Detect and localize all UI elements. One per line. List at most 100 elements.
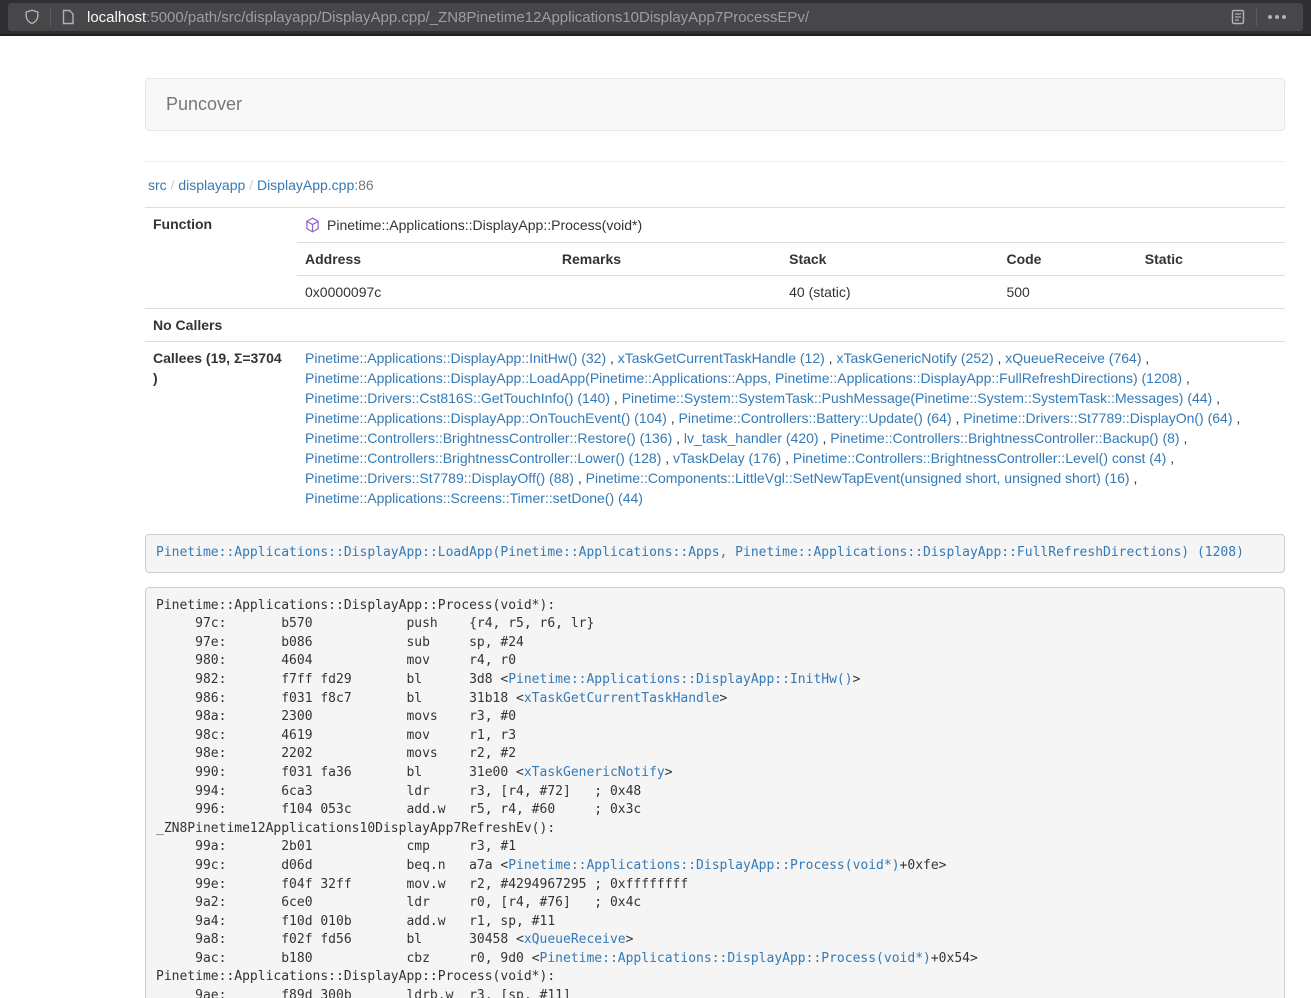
shield-icon[interactable] (18, 9, 46, 25)
callees-list: Pinetime::Applications::DisplayApp::Init… (297, 342, 1285, 515)
callee-separator: , (574, 470, 586, 486)
callee-separator: , (1233, 410, 1241, 426)
callee-separator: , (672, 430, 684, 446)
reader-mode-icon[interactable] (1224, 9, 1252, 25)
breadcrumb-separator: / (245, 177, 257, 193)
col-header-remarks: Remarks (554, 243, 781, 276)
no-callers-cell (297, 309, 1285, 342)
callee-link[interactable]: lv_task_handler (420) (684, 430, 819, 446)
divider (145, 161, 1285, 162)
asm-text: 98a: 2300 movs r3, #0 (156, 709, 516, 724)
asm-text: 9ac: b180 cbz r0, 9d0 < (156, 951, 540, 966)
function-row: Function Pinetime::Applications::Display… (145, 208, 1285, 309)
callee-separator: , (610, 390, 622, 406)
callee-separator: , (667, 410, 679, 426)
asm-symbol-link[interactable]: xQueueReceive (524, 932, 626, 947)
callee-separator: , (1130, 470, 1138, 486)
asm-symbol-link[interactable]: Pinetime::Applications::DisplayApp::Init… (508, 672, 852, 687)
breadcrumb-link[interactable]: displayapp (178, 177, 245, 193)
asm-text: +0x54> (931, 951, 978, 966)
callee-link[interactable]: Pinetime::Controllers::Battery::Update()… (679, 410, 952, 426)
url-bar[interactable]: localhost:5000/path/src/displayapp/Displ… (8, 3, 1303, 31)
function-cell: Pinetime::Applications::DisplayApp::Proc… (297, 208, 1285, 309)
callee-separator: , (1166, 450, 1174, 466)
function-name-row: Pinetime::Applications::DisplayApp::Proc… (297, 208, 1285, 243)
callee-link[interactable]: Pinetime::Applications::DisplayApp::OnTo… (305, 410, 667, 426)
callee-link[interactable]: Pinetime::System::SystemTask::PushMessag… (622, 390, 1213, 406)
disassembly-block: Pinetime::Applications::DisplayApp::Proc… (145, 587, 1285, 998)
no-callers-row: No Callers (145, 309, 1285, 342)
url-path: :5000/path/src/displayapp/DisplayApp.cpp… (146, 9, 809, 26)
asm-text: 986: f031 f8c7 bl 31b18 < (156, 691, 524, 706)
callees-label: Callees (19, Σ=3704 ) (145, 342, 297, 515)
address-table-header: Address Remarks Stack Code Static (297, 243, 1285, 276)
asm-symbol-link[interactable]: xTaskGenericNotify (524, 765, 665, 780)
callee-link[interactable]: Pinetime::Applications::DisplayApp::Init… (305, 350, 606, 366)
asm-symbol-link[interactable]: Pinetime::Applications::DisplayApp::Proc… (508, 858, 899, 873)
asm-text: 98c: 4619 mov r1, r3 (156, 728, 516, 743)
callees-row: Callees (19, Σ=3704 ) Pinetime::Applicat… (145, 342, 1285, 515)
asm-text: 982: f7ff fd29 bl 3d8 < (156, 672, 508, 687)
asm-text: Pinetime::Applications::DisplayApp::Proc… (156, 969, 555, 984)
callee-separator: , (825, 350, 837, 366)
function-name: Pinetime::Applications::DisplayApp::Proc… (327, 215, 642, 235)
breadcrumb-line-number: :86 (354, 177, 373, 193)
callee-separator: , (1141, 350, 1149, 366)
callee-link[interactable]: Pinetime::Controllers::BrightnessControl… (793, 450, 1166, 466)
navbar: Puncover (145, 78, 1285, 131)
callee-link[interactable]: Pinetime::Controllers::BrightnessControl… (830, 430, 1179, 446)
callee-link[interactable]: Pinetime::Drivers::Cst816S::GetTouchInfo… (305, 390, 610, 406)
asm-symbol-link[interactable]: xTaskGetCurrentTaskHandle (524, 691, 720, 706)
asm-text: 98e: 2202 movs r2, #2 (156, 746, 516, 761)
breadcrumb-link[interactable]: DisplayApp.cpp (257, 177, 354, 193)
callee-link[interactable]: Pinetime::Applications::DisplayApp::Load… (305, 370, 1182, 386)
asm-text: 97e: b086 sub sp, #24 (156, 635, 524, 650)
remarks-value (554, 276, 781, 309)
breadcrumb-link[interactable]: src (148, 177, 167, 193)
code-value: 500 (998, 276, 1136, 309)
static-value (1137, 276, 1285, 309)
callee-link[interactable]: vTaskDelay (176) (673, 450, 781, 466)
asm-symbol-link[interactable]: Pinetime::Applications::DisplayApp::Proc… (540, 951, 931, 966)
asm-text: 9a8: f02f fd56 bl 30458 < (156, 932, 524, 947)
callee-link[interactable]: Pinetime::Drivers::St7789::DisplayOn() (… (963, 410, 1232, 426)
url-host: localhost (87, 9, 146, 26)
stack-value: 40 (static) (781, 276, 998, 309)
address-value: 0x0000097c (297, 276, 554, 309)
asm-text: Pinetime::Applications::DisplayApp::Proc… (156, 598, 555, 613)
highlighted-callee-link[interactable]: Pinetime::Applications::DisplayApp::Load… (156, 545, 1244, 560)
callee-link[interactable]: Pinetime::Controllers::BrightnessControl… (305, 430, 672, 446)
callee-separator: , (606, 350, 618, 366)
toolbar-divider (1256, 8, 1257, 26)
asm-text: 996: f104 053c add.w r5, r4, #60 ; 0x3c (156, 802, 641, 817)
callee-link[interactable]: Pinetime::Applications::Screens::Timer::… (305, 490, 643, 506)
highlighted-callee-block: Pinetime::Applications::DisplayApp::Load… (145, 534, 1285, 573)
callee-separator: , (994, 350, 1006, 366)
no-callers-label: No Callers (145, 309, 297, 342)
callee-link[interactable]: Pinetime::Drivers::St7789::DisplayOff() … (305, 470, 574, 486)
callee-link[interactable]: Pinetime::Controllers::BrightnessControl… (305, 450, 661, 466)
callee-separator: , (1212, 390, 1220, 406)
function-cube-icon (305, 217, 320, 233)
asm-text: 9a2: 6ce0 ldr r0, [r4, #76] ; 0x4c (156, 895, 641, 910)
brand-link[interactable]: Puncover (166, 94, 242, 114)
callee-link[interactable]: xTaskGetCurrentTaskHandle (12) (618, 350, 825, 366)
callee-link[interactable]: xQueueReceive (764) (1005, 350, 1141, 366)
asm-text: 980: 4604 mov r4, r0 (156, 653, 516, 668)
page-info-icon[interactable] (55, 9, 81, 25)
address-table-row: 0x0000097c 40 (static) 500 (297, 276, 1285, 309)
address-table: Address Remarks Stack Code Static 0x0000… (297, 243, 1285, 308)
asm-text: 97c: b570 push {r4, r5, r6, lr} (156, 616, 594, 631)
asm-text: +0xfe> (900, 858, 947, 873)
col-header-static: Static (1137, 243, 1285, 276)
callee-link[interactable]: xTaskGenericNotify (252) (836, 350, 993, 366)
asm-text: 9a4: f10d 010b add.w r1, sp, #11 (156, 914, 555, 929)
menu-dots-icon[interactable] (1261, 14, 1293, 20)
col-header-code: Code (998, 243, 1136, 276)
url-text: localhost:5000/path/src/displayapp/Displ… (87, 9, 1224, 26)
toolbar-divider (50, 8, 51, 26)
asm-text: _ZN8Pinetime12Applications10DisplayApp7R… (156, 821, 555, 836)
asm-text: 99a: 2b01 cmp r3, #1 (156, 839, 516, 854)
callee-link[interactable]: Pinetime::Components::LittleVgl::SetNewT… (586, 470, 1130, 486)
asm-text: 9ae: f89d 300b ldrb.w r3, [sp, #11] (156, 988, 571, 998)
